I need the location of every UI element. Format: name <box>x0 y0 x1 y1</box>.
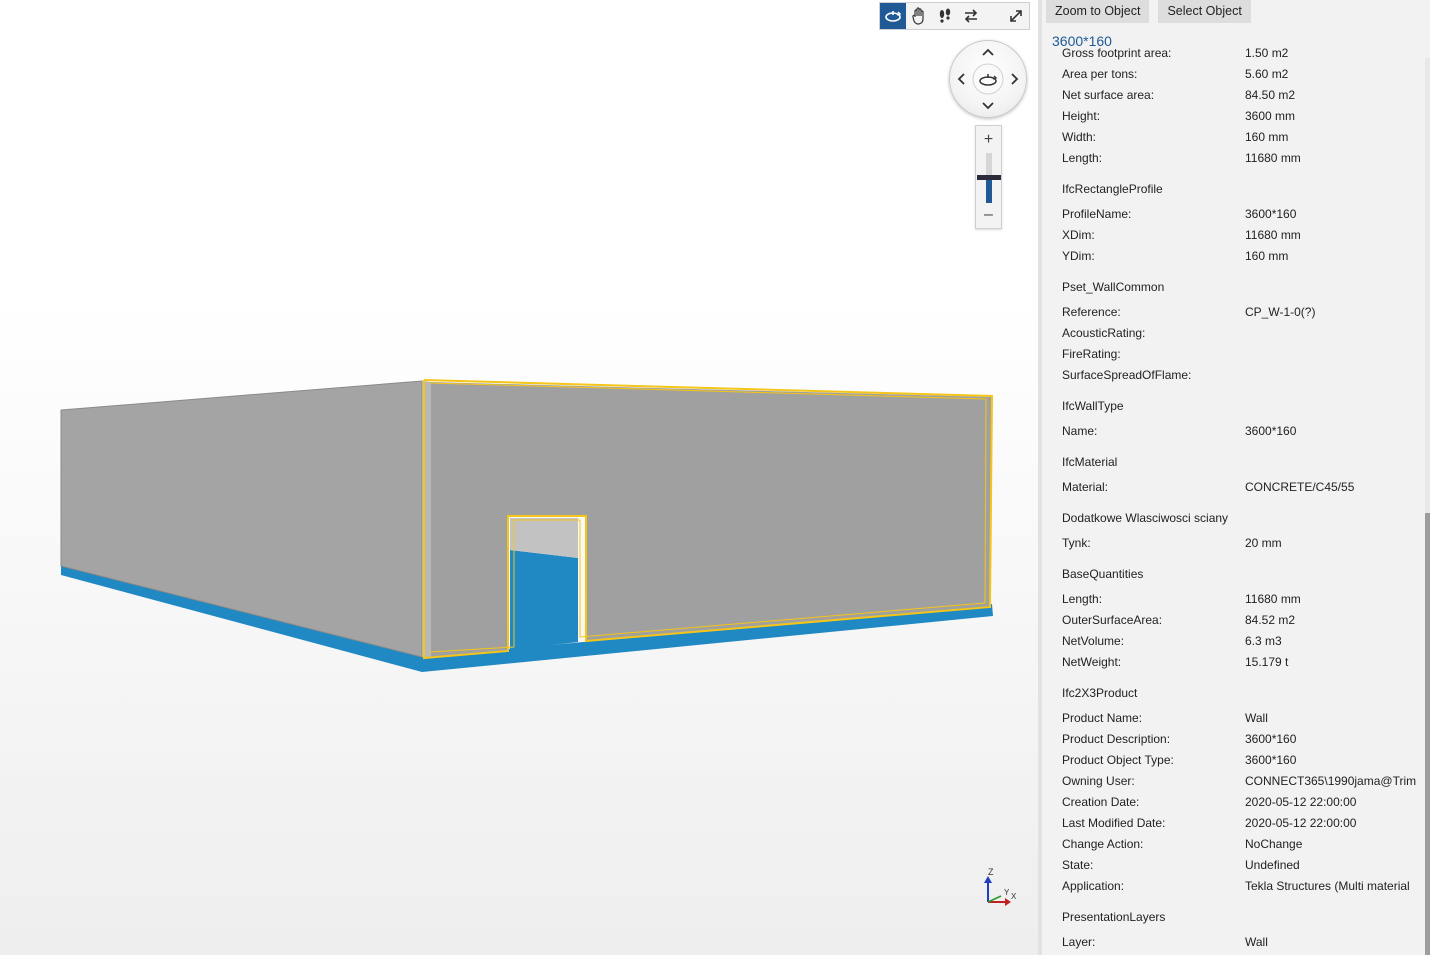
axis-x-label: X <box>1011 892 1017 901</box>
property-value: 84.52 m2 <box>1245 613 1296 627</box>
property-name: ProfileName: <box>1062 207 1132 221</box>
property-value: 1.50 m2 <box>1245 46 1289 60</box>
property-value: NoChange <box>1245 837 1303 851</box>
axis-z-label: Z <box>988 867 994 877</box>
property-name: Area per tons: <box>1062 67 1138 81</box>
axis-triad: Z X Y <box>984 867 1017 906</box>
properties-list[interactable]: Gross footprint area: 1.50 m2 Area per t… <box>1042 44 1426 955</box>
property-name: Height: <box>1062 109 1101 123</box>
zoom-handle[interactable] <box>977 175 1001 180</box>
group-title: PresentationLayers <box>1062 910 1166 924</box>
fullscreen-icon[interactable] <box>1003 3 1029 29</box>
swap-icon[interactable] <box>958 3 984 29</box>
property-value: Wall <box>1245 711 1268 725</box>
compass-left-icon[interactable] <box>957 73 965 85</box>
property-name: Reference: <box>1062 305 1121 319</box>
property-value: 11680 mm <box>1245 228 1301 242</box>
property-value: CP_W-1-0(?) <box>1245 305 1316 319</box>
property-name: Gross footprint area: <box>1062 46 1172 60</box>
property-name: Name: <box>1062 424 1098 438</box>
property-value: 20 mm <box>1245 536 1282 550</box>
property-name: Material: <box>1062 480 1109 494</box>
zoom-slider[interactable]: + – <box>975 125 1002 229</box>
model-scene[interactable] <box>0 0 1038 955</box>
property-name: Product Description: <box>1062 732 1171 746</box>
property-name: Net surface area: <box>1062 88 1155 102</box>
3d-viewport[interactable]: + – Z X Y <box>0 0 1038 955</box>
property-value: 84.50 m2 <box>1245 88 1296 102</box>
property-value: 160 mm <box>1245 130 1289 144</box>
walk-icon[interactable] <box>932 3 958 29</box>
property-name: NetWeight: <box>1062 655 1122 669</box>
zoom-out-button[interactable]: – <box>976 207 1001 223</box>
property-value: 3600*160 <box>1245 753 1297 767</box>
property-name: Last Modified Date: <box>1062 816 1166 830</box>
pan-icon[interactable] <box>906 3 932 29</box>
property-value: 2020-05-12 22:00:00 <box>1245 816 1357 830</box>
property-name: Creation Date: <box>1062 795 1140 809</box>
property-name: Length: <box>1062 151 1103 165</box>
group-title: Pset_WallCommon <box>1062 280 1165 294</box>
orbit-icon[interactable] <box>880 3 906 29</box>
property-value: 3600 mm <box>1245 109 1296 123</box>
property-value: Undefined <box>1245 858 1300 872</box>
property-name: OuterSurfaceArea: <box>1062 613 1163 627</box>
compass-right-icon[interactable] <box>1011 73 1019 85</box>
property-name: Product Name: <box>1062 711 1143 725</box>
orbit-compass[interactable] <box>949 40 1027 118</box>
compass-up-icon[interactable] <box>982 48 994 56</box>
property-value: 6.3 m3 <box>1245 634 1282 648</box>
property-value: 5.60 m2 <box>1245 67 1289 81</box>
property-name: State: <box>1062 858 1094 872</box>
property-name: Application: <box>1062 879 1125 893</box>
group-title: IfcWallType <box>1062 399 1124 413</box>
property-name: Width: <box>1062 130 1097 144</box>
zoom-level-fill <box>986 178 992 203</box>
zoom-in-button[interactable]: + <box>976 132 1001 148</box>
property-name: AcousticRating: <box>1062 326 1146 340</box>
property-value: Tekla Structures (Multi material <box>1245 879 1410 893</box>
property-value: 15.179 t <box>1245 655 1289 669</box>
property-value: 11680 mm <box>1245 592 1301 606</box>
property-value: Wall <box>1245 935 1268 949</box>
property-value: 160 mm <box>1245 249 1289 263</box>
properties-panel: Zoom to Object Select Object 3600*160 Gr… <box>1038 0 1430 955</box>
group-title: Ifc2X3Product <box>1062 686 1138 700</box>
property-value: 3600*160 <box>1245 207 1297 221</box>
group-title: IfcMaterial <box>1062 455 1118 469</box>
property-name: Tynk: <box>1062 536 1091 550</box>
scrollbar-thumb[interactable] <box>1425 513 1430 955</box>
property-value: 3600*160 <box>1245 732 1297 746</box>
door-opening-far <box>510 550 578 650</box>
panel-actions: Zoom to Object Select Object <box>1046 0 1251 23</box>
property-name: YDim: <box>1062 249 1095 263</box>
property-name: Length: <box>1062 592 1103 606</box>
select-object-button[interactable]: Select Object <box>1158 0 1251 23</box>
property-name: SurfaceSpreadOfFlame: <box>1062 368 1192 382</box>
group-title: IfcRectangleProfile <box>1062 182 1163 196</box>
property-name: Layer: <box>1062 935 1096 949</box>
property-value: 2020-05-12 22:00:00 <box>1245 795 1357 809</box>
zoom-to-object-button[interactable]: Zoom to Object <box>1046 0 1150 23</box>
property-name: Owning User: <box>1062 774 1135 788</box>
property-value: CONCRETE/C45/55 <box>1245 480 1355 494</box>
group-title: Dodatkowe Wlasciwosci sciany <box>1062 511 1229 525</box>
property-value: 3600*160 <box>1245 424 1297 438</box>
axis-y-label: Y <box>1004 888 1010 897</box>
navigation-toolbar <box>879 2 1030 30</box>
property-value: 11680 mm <box>1245 151 1301 165</box>
property-value: CONNECT365\1990jama@Trim <box>1245 774 1417 788</box>
property-name: FireRating: <box>1062 347 1121 361</box>
property-name: XDim: <box>1062 228 1095 242</box>
property-name: Product Object Type: <box>1062 753 1174 767</box>
property-name: Change Action: <box>1062 837 1144 851</box>
group-title: BaseQuantities <box>1062 567 1144 581</box>
property-name: NetVolume: <box>1062 634 1125 648</box>
compass-down-icon[interactable] <box>982 102 994 110</box>
